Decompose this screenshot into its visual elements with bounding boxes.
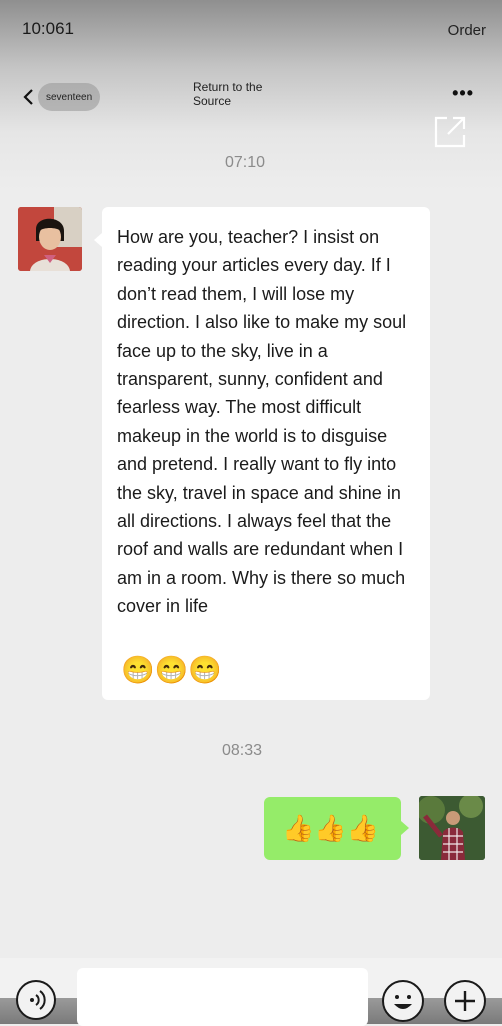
voice-icon[interactable] bbox=[16, 980, 56, 1020]
external-link-icon[interactable] bbox=[432, 114, 468, 150]
user-avatar[interactable] bbox=[419, 796, 485, 860]
incoming-message-text: How are you, teacher? I insist on readin… bbox=[117, 227, 407, 617]
message-timestamp: 07:10 bbox=[224, 154, 266, 171]
chat-title: Return to the Source bbox=[193, 80, 262, 108]
chat-nav-bar: seventeen Return to the Source ••• bbox=[0, 70, 502, 120]
back-button[interactable]: seventeen bbox=[22, 80, 102, 114]
emoji-icon[interactable] bbox=[382, 980, 424, 1022]
outgoing-message-bubble[interactable]: 👍👍👍 bbox=[264, 797, 409, 860]
chevron-left-icon bbox=[22, 87, 36, 107]
contact-avatar[interactable] bbox=[18, 207, 82, 271]
back-label: seventeen bbox=[38, 83, 101, 111]
more-dots-icon[interactable]: ••• bbox=[452, 84, 474, 102]
thumbs-up-emoji-row: 👍👍👍 bbox=[282, 813, 380, 843]
status-order-label[interactable]: Order bbox=[448, 22, 486, 39]
incoming-message-bubble[interactable]: How are you, teacher? I insist on readin… bbox=[94, 207, 430, 700]
status-time: 10:061 bbox=[22, 19, 74, 38]
plus-icon[interactable] bbox=[444, 980, 486, 1022]
message-timestamp: 08:33 bbox=[221, 742, 263, 759]
chat-title-line1: Return to the bbox=[193, 80, 263, 94]
message-input[interactable] bbox=[77, 968, 368, 1026]
chat-title-line2: Source bbox=[193, 94, 232, 108]
grin-emoji-row: 😁😁😁 bbox=[121, 655, 222, 685]
status-bar: 10:061 Order bbox=[0, 0, 502, 60]
